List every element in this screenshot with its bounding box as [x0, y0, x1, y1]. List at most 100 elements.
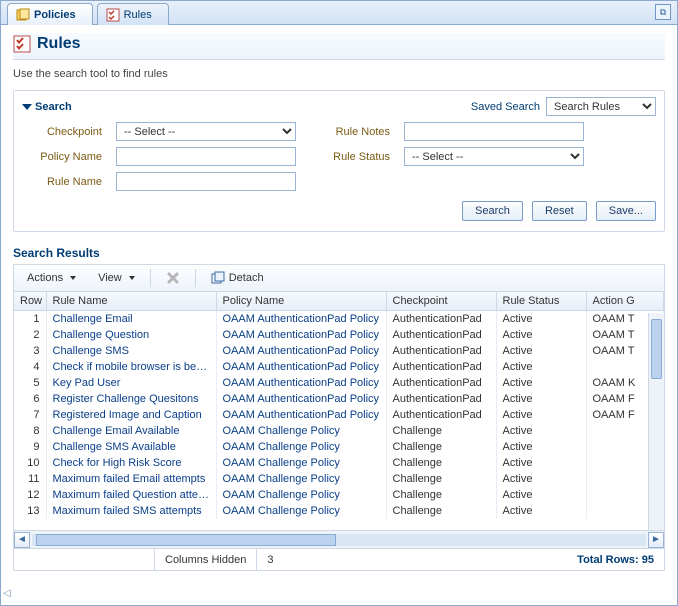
cell-rule-name[interactable]: Challenge Question — [46, 327, 216, 343]
table-row[interactable]: 8Challenge Email AvailableOAAM Challenge… — [14, 423, 664, 439]
cell-rule-status: Active — [496, 423, 586, 439]
table-row[interactable]: 9Challenge SMS AvailableOAAM Challenge P… — [14, 439, 664, 455]
cell-policy-name[interactable]: OAAM Challenge Policy — [216, 471, 386, 487]
cell-policy-name[interactable]: OAAM AuthenticationPad Policy — [216, 327, 386, 343]
vertical-scrollbar[interactable] — [648, 313, 664, 530]
cell-rule-status: Active — [496, 407, 586, 423]
checkpoint-select[interactable]: -- Select -- — [116, 122, 296, 141]
total-rows: Total Rows: 95 — [567, 554, 664, 566]
table-row[interactable]: 1Challenge EmailOAAM AuthenticationPad P… — [14, 311, 664, 328]
rule-status-label: Rule Status — [310, 151, 390, 163]
cell-rule-name[interactable]: Challenge Email — [46, 311, 216, 328]
columns-hidden-label: Columns Hidden — [154, 549, 256, 570]
delete-button[interactable] — [159, 268, 187, 288]
cell-policy-name[interactable]: OAAM AuthenticationPad Policy — [216, 359, 386, 375]
cell-policy-name[interactable]: OAAM Challenge Policy — [216, 487, 386, 503]
actions-menu[interactable]: Actions — [20, 269, 83, 287]
cell-rule-name[interactable]: Maximum failed Question attempts — [46, 487, 216, 503]
table-row[interactable]: 3Challenge SMSOAAM AuthenticationPad Pol… — [14, 343, 664, 359]
table-row[interactable]: 6Register Challenge QuesitonsOAAM Authen… — [14, 391, 664, 407]
rule-status-select[interactable]: -- Select -- — [404, 147, 584, 166]
table-row[interactable]: 11Maximum failed Email attemptsOAAM Chal… — [14, 471, 664, 487]
horizontal-scrollbar[interactable]: ◄ ► — [13, 531, 665, 549]
cell-checkpoint: Challenge — [386, 503, 496, 519]
cell-rule-name[interactable]: Registered Image and Caption — [46, 407, 216, 423]
tab-rules-label: Rules — [124, 9, 152, 21]
policy-name-input[interactable] — [116, 147, 296, 166]
scroll-right-button[interactable]: ► — [648, 532, 664, 548]
chevron-down-icon — [129, 276, 135, 280]
table-row[interactable]: 2Challenge QuestionOAAM AuthenticationPa… — [14, 327, 664, 343]
detach-button[interactable]: Detach — [204, 268, 271, 288]
cell-rule-name[interactable]: Challenge Email Available — [46, 423, 216, 439]
cell-policy-name[interactable]: OAAM AuthenticationPad Policy — [216, 311, 386, 328]
save-button[interactable]: Save... — [596, 201, 656, 221]
table-row[interactable]: 7Registered Image and CaptionOAAM Authen… — [14, 407, 664, 423]
cell-rule-name[interactable]: Register Challenge Quesitons — [46, 391, 216, 407]
cell-policy-name[interactable]: OAAM Challenge Policy — [216, 503, 386, 519]
tab-rules[interactable]: Rules — [97, 3, 169, 25]
cell-rule-name[interactable]: Key Pad User — [46, 375, 216, 391]
cell-rule-name[interactable]: Check for High Risk Score — [46, 455, 216, 471]
col-action-group[interactable]: Action G — [586, 292, 664, 311]
table-row[interactable]: 12Maximum failed Question attemptsOAAM C… — [14, 487, 664, 503]
cell-policy-name[interactable]: OAAM AuthenticationPad Policy — [216, 407, 386, 423]
cell-policy-name[interactable]: OAAM AuthenticationPad Policy — [216, 343, 386, 359]
chevron-left-icon: ◄ — [17, 535, 27, 545]
cell-row: 7 — [14, 407, 46, 423]
cell-policy-name[interactable]: OAAM Challenge Policy — [216, 423, 386, 439]
rule-notes-input[interactable] — [404, 122, 584, 141]
horizontal-scroll-track[interactable] — [32, 534, 646, 546]
col-row[interactable]: Row — [14, 292, 46, 311]
cell-rule-name[interactable]: Maximum failed SMS attempts — [46, 503, 216, 519]
hint-text: Use the search tool to find rules — [13, 68, 665, 80]
cell-policy-name[interactable]: OAAM Challenge Policy — [216, 439, 386, 455]
cell-policy-name[interactable]: OAAM AuthenticationPad Policy — [216, 375, 386, 391]
vertical-scroll-thumb[interactable] — [651, 319, 662, 379]
policy-name-label: Policy Name — [22, 151, 102, 163]
cell-row: 4 — [14, 359, 46, 375]
cell-rule-status: Active — [496, 327, 586, 343]
policies-icon — [16, 8, 30, 22]
tab-policies[interactable]: Policies — [7, 3, 93, 25]
results-toolbar: Actions View Detach — [13, 264, 665, 291]
cell-policy-name[interactable]: OAAM AuthenticationPad Policy — [216, 391, 386, 407]
reset-button[interactable]: Reset — [532, 201, 587, 221]
separator — [150, 269, 151, 287]
scroll-left-button[interactable]: ◄ — [14, 532, 30, 548]
chevron-down-icon — [22, 104, 32, 110]
cell-rule-status: Active — [496, 375, 586, 391]
collapse-handle-icon[interactable]: ◁ — [3, 588, 11, 599]
col-policy-name[interactable]: Policy Name — [216, 292, 386, 311]
table-row[interactable]: 10Check for High Risk ScoreOAAM Challeng… — [14, 455, 664, 471]
chevron-right-icon: ► — [651, 535, 661, 545]
col-rule-name[interactable]: Rule Name — [46, 292, 216, 311]
table-row[interactable]: 13Maximum failed SMS attemptsOAAM Challe… — [14, 503, 664, 519]
cell-rule-name[interactable]: Maximum failed Email attempts — [46, 471, 216, 487]
cell-policy-name[interactable]: OAAM Challenge Policy — [216, 455, 386, 471]
cell-checkpoint: AuthenticationPad — [386, 375, 496, 391]
view-menu[interactable]: View — [91, 269, 142, 287]
cell-row: 6 — [14, 391, 46, 407]
search-panel-toggle[interactable]: Search — [22, 101, 72, 113]
col-rule-status[interactable]: Rule Status — [496, 292, 586, 311]
cell-checkpoint: AuthenticationPad — [386, 407, 496, 423]
table-row[interactable]: 5Key Pad UserOAAM AuthenticationPad Poli… — [14, 375, 664, 391]
cell-rule-name[interactable]: Check if mobile browser is being u — [46, 359, 216, 375]
cell-rule-status: Active — [496, 471, 586, 487]
cell-row: 11 — [14, 471, 46, 487]
cell-rule-status: Active — [496, 503, 586, 519]
restore-icon[interactable]: ⧉ — [655, 4, 671, 20]
rule-name-input[interactable] — [116, 172, 296, 191]
table-row[interactable]: 4Check if mobile browser is being uOAAM … — [14, 359, 664, 375]
saved-search-select[interactable]: Search Rules — [546, 97, 656, 116]
horizontal-scroll-thumb[interactable] — [36, 534, 336, 546]
col-checkpoint[interactable]: Checkpoint — [386, 292, 496, 311]
cell-rule-name[interactable]: Challenge SMS — [46, 343, 216, 359]
cell-rule-name[interactable]: Challenge SMS Available — [46, 439, 216, 455]
columns-hidden-value: 3 — [256, 549, 283, 570]
separator — [195, 269, 196, 287]
checkpoint-label: Checkpoint — [22, 126, 102, 138]
search-button[interactable]: Search — [462, 201, 523, 221]
cell-rule-status: Active — [496, 343, 586, 359]
